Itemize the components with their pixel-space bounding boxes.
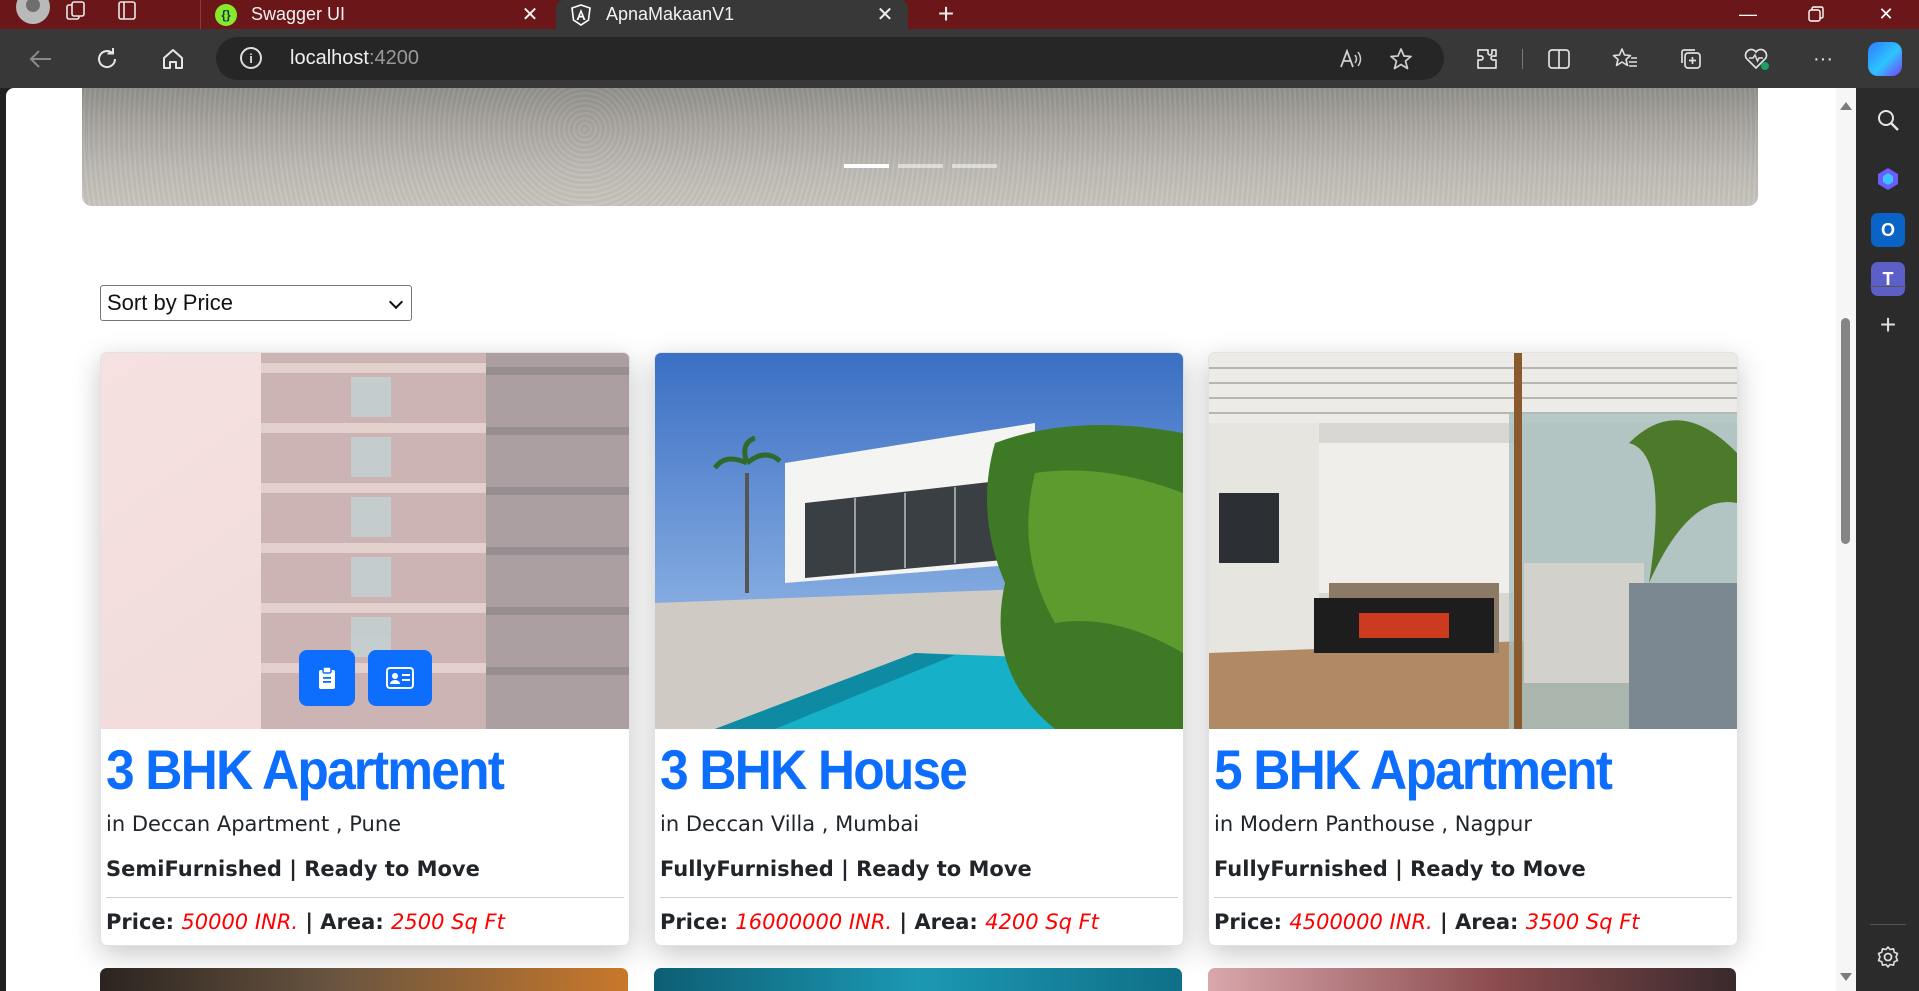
tab-title: ApnaMakaanV1	[606, 4, 735, 24]
vertical-scrollbar[interactable]	[1836, 88, 1856, 991]
carousel-indicators	[82, 164, 1758, 168]
toolbar-divider	[1522, 49, 1523, 69]
property-price-row: Price: 50000 INR. | Area: 2500 Sq Ft	[106, 910, 505, 934]
area-label: | Area:	[1440, 910, 1519, 934]
tab-title: Swagger UI	[251, 4, 346, 24]
new-tab-button[interactable]: +	[930, 0, 962, 29]
divider	[106, 897, 624, 898]
property-title[interactable]: 3 BHK Apartment	[106, 737, 505, 802]
property-image	[1209, 353, 1737, 729]
price-value: 50000 INR.	[181, 910, 299, 934]
property-location: in Modern Panthouse , Nagpur	[1214, 812, 1532, 836]
read-aloud-icon[interactable]	[1338, 46, 1364, 72]
property-price-row: Price: 4500000 INR. | Area: 3500 Sq Ft	[1214, 910, 1640, 934]
tab-apnamakaan[interactable]: ApnaMakaanV1 ✕	[556, 0, 908, 29]
split-screen-icon[interactable]	[1544, 44, 1574, 74]
copilot-sidebar-icon[interactable]	[1871, 162, 1905, 196]
info-icon[interactable]: i	[240, 47, 262, 69]
teams-icon[interactable]: T	[1871, 262, 1905, 296]
area-value: 4200 Sq Ft	[985, 910, 1099, 934]
property-price-row: Price: 16000000 INR. | Area: 4200 Sq Ft	[660, 910, 1099, 934]
divider	[660, 897, 1178, 898]
search-icon[interactable]	[1871, 103, 1905, 137]
swagger-icon: {}	[215, 3, 237, 26]
page-viewport: Sort by Price 3 BHK Apartment in Deccan …	[6, 88, 1856, 991]
property-title[interactable]: 5 BHK Apartment	[1214, 737, 1613, 802]
property-title[interactable]: 3 BHK House	[660, 737, 968, 802]
details-card-button[interactable]	[368, 650, 432, 706]
outlook-icon[interactable]: O	[1871, 213, 1905, 247]
area-label: | Area:	[305, 910, 384, 934]
image-hover-overlay	[101, 353, 629, 729]
close-icon[interactable]: ✕	[517, 2, 543, 28]
price-label: Price:	[660, 910, 729, 934]
property-location: in Deccan Apartment , Pune	[106, 812, 402, 836]
scroll-down-arrow[interactable]	[1840, 973, 1852, 981]
sidebar-divider	[1870, 286, 1906, 287]
browser-essentials-icon[interactable]	[1742, 44, 1772, 74]
property-status: FullyFurnished | Ready to Move	[660, 857, 1032, 881]
edge-sidebar: O T +	[1856, 88, 1919, 991]
area-value: 3500 Sq Ft	[1525, 910, 1640, 934]
sort-select[interactable]: Sort by Price	[100, 285, 412, 321]
price-label: Price:	[106, 910, 175, 934]
back-icon[interactable]	[24, 42, 58, 76]
property-card-partial[interactable]	[1208, 968, 1736, 991]
close-icon[interactable]: ✕	[872, 2, 898, 28]
tab-actions-icon[interactable]	[115, 0, 139, 22]
carousel-indicator[interactable]	[951, 164, 997, 168]
property-location: in Deccan Villa , Mumbai	[660, 812, 920, 836]
copilot-icon[interactable]	[1868, 42, 1902, 76]
minimize-button[interactable]: —	[1724, 0, 1772, 28]
add-icon[interactable]: +	[1871, 308, 1905, 342]
price-value: 16000000 INR.	[735, 910, 893, 934]
carousel-indicator[interactable]	[897, 164, 943, 168]
price-value: 4500000 INR.	[1289, 910, 1433, 934]
area-value: 2500 Sq Ft	[391, 910, 505, 934]
hero-carousel[interactable]	[82, 88, 1758, 206]
sidebar-divider	[1870, 924, 1906, 925]
property-card[interactable]: 3 BHK House in Deccan Villa , Mumbai Ful…	[654, 352, 1184, 946]
clipboard-icon	[319, 666, 335, 689]
sort-selected-value: Sort by Price	[107, 290, 233, 315]
favorite-star-icon[interactable]	[1388, 46, 1414, 72]
settings-icon[interactable]	[1871, 940, 1905, 974]
collections-icon[interactable]	[1676, 44, 1706, 74]
property-status: SemiFurnished | Ready to Move	[106, 857, 480, 881]
refresh-icon[interactable]	[90, 42, 124, 76]
url-host: localhost	[290, 47, 369, 69]
property-card[interactable]: 3 BHK Apartment in Deccan Apartment , Pu…	[100, 352, 630, 946]
workspaces-icon[interactable]	[64, 0, 88, 22]
home-icon[interactable]	[156, 42, 190, 76]
property-card-partial[interactable]	[654, 968, 1182, 991]
property-card[interactable]: 5 BHK Apartment in Modern Panthouse , Na…	[1208, 352, 1738, 946]
url-port: :4200	[368, 47, 419, 69]
url-text: localhost:4200	[290, 47, 419, 70]
favorites-icon[interactable]	[1610, 44, 1640, 74]
browser-toolbar: i localhost:4200 ···	[0, 29, 1919, 88]
price-label: Price:	[1214, 910, 1283, 934]
restore-button[interactable]	[1792, 0, 1840, 28]
more-options-icon[interactable]: ···	[1808, 44, 1838, 74]
id-card-icon	[386, 667, 414, 689]
scroll-thumb[interactable]	[1841, 318, 1850, 544]
property-status: FullyFurnished | Ready to Move	[1214, 857, 1586, 881]
scroll-up-arrow[interactable]	[1840, 102, 1852, 110]
profile-avatar[interactable]	[16, 0, 50, 24]
clipboard-button[interactable]	[299, 650, 355, 706]
property-image	[655, 353, 1183, 729]
carousel-indicator[interactable]	[843, 164, 889, 168]
tab-swagger[interactable]: {} Swagger UI ✕	[200, 0, 553, 29]
address-bar[interactable]: i localhost:4200	[216, 37, 1444, 80]
extensions-icon[interactable]	[1472, 44, 1502, 74]
property-card-partial[interactable]	[100, 968, 628, 991]
area-label: | Area:	[899, 910, 978, 934]
divider	[1214, 897, 1732, 898]
browser-titlebar: {} Swagger UI ✕ ApnaMakaanV1 ✕ + — ✕	[0, 0, 1919, 29]
angular-icon	[570, 3, 592, 26]
chevron-down-icon	[388, 294, 404, 310]
close-window-button[interactable]: ✕	[1862, 0, 1910, 28]
